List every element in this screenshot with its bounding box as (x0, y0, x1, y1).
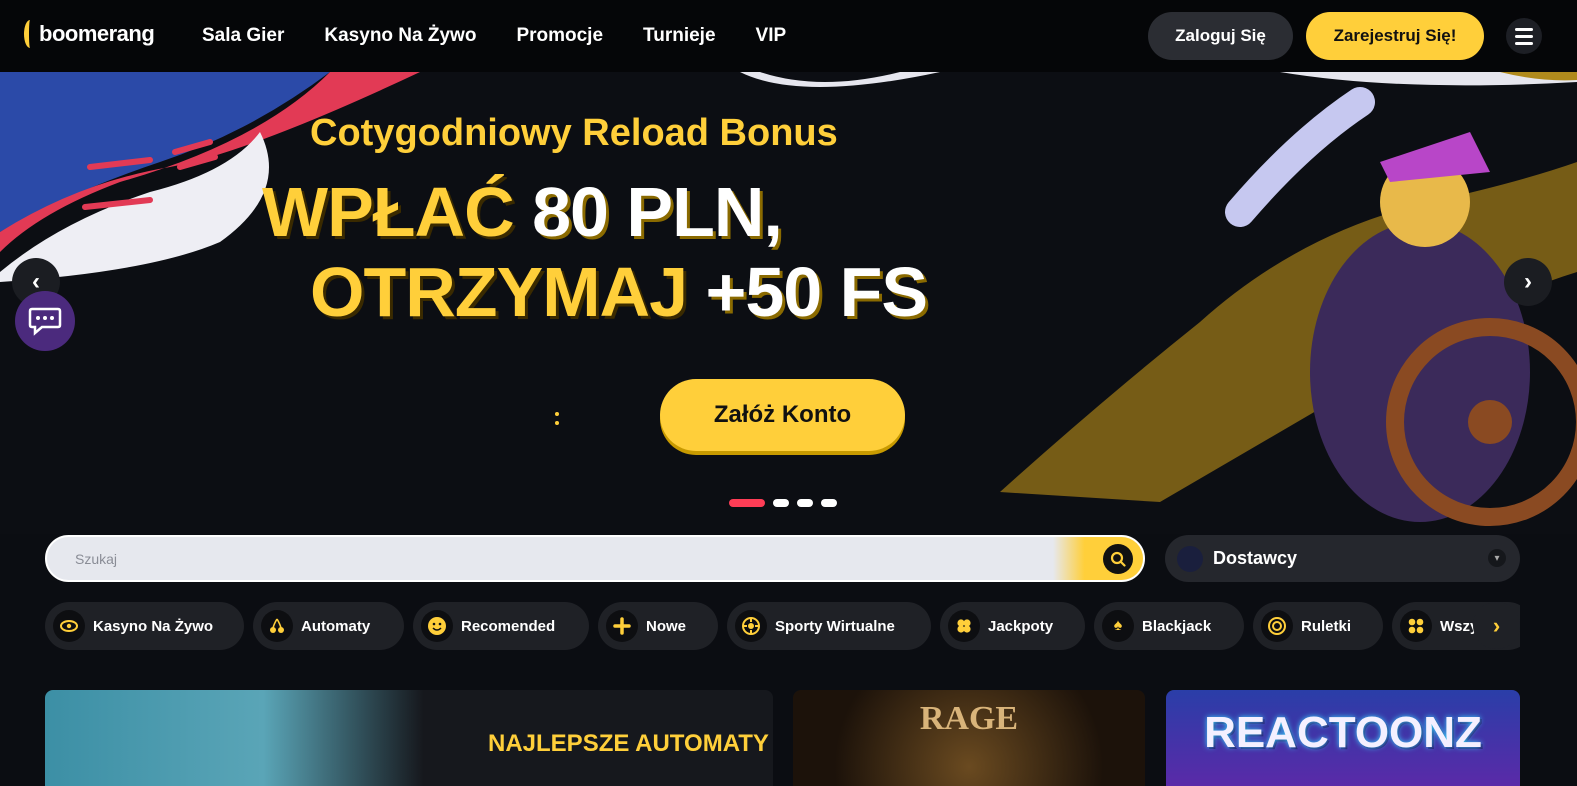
category-jackpoty[interactable]: Jackpoty (940, 602, 1085, 650)
chevron-right-icon[interactable]: › (1504, 258, 1552, 306)
create-account-button[interactable]: Załóż Konto (660, 379, 905, 451)
hero-headline-line2: OTRZYMAJ +50 FS (310, 252, 928, 332)
game-tile-rage[interactable]: RAGE (793, 690, 1145, 786)
plus-icon (606, 610, 638, 642)
slider-dot[interactable] (773, 499, 789, 507)
nav-vip[interactable]: VIP (756, 25, 787, 47)
menu-bar (1515, 41, 1533, 45)
game-tile-reactoonz[interactable]: REACTOONZ (1166, 690, 1520, 786)
category-label: Blackjack (1142, 617, 1212, 635)
category-label: Kasyno Na Żywo (93, 617, 214, 635)
nav-kasyno-na-zywo[interactable]: Kasyno Na Żywo (324, 25, 476, 47)
main-nav: Sala Gier Kasyno Na Żywo Promocje Turnie… (202, 0, 786, 72)
nav-promocje[interactable]: Promocje (516, 25, 603, 47)
providers-dropdown[interactable]: Dostawcy ▾ (1165, 535, 1520, 582)
category-label: Automaty (301, 617, 371, 635)
category-kasyno-na-zywo[interactable]: Kasyno Na Żywo (45, 602, 244, 650)
login-button[interactable]: Zaloguj Się (1148, 12, 1293, 60)
chevron-down-icon: ▾ (1488, 549, 1506, 567)
hero-banner: Cotygodniowy Reload Bonus WPŁAĆ 80 PLN, … (0, 72, 1577, 534)
category-label: Recomended (461, 617, 556, 635)
top-header: boomerang Sala Gier Kasyno Na Żywo Promo… (0, 0, 1577, 72)
hamburger-menu-icon[interactable] (1506, 18, 1542, 54)
clover-icon (948, 610, 980, 642)
logo[interactable]: boomerang (24, 20, 155, 48)
search-icon[interactable] (1103, 544, 1133, 574)
menu-bar (1515, 27, 1533, 31)
providers-label: Dostawcy (1213, 548, 1298, 568)
category-bar: Kasyno Na Żywo Automaty Recomended Nowe … (45, 602, 1520, 650)
category-blackjack[interactable]: ♠ Blackjack (1094, 602, 1244, 650)
category-label: Sporty Wirtualne (775, 617, 895, 635)
slider-dots (729, 499, 837, 507)
slider-dot[interactable] (797, 499, 813, 507)
category-automaty[interactable]: Automaty (253, 602, 404, 650)
hero-subtitle: Cotygodniowy Reload Bonus (310, 112, 838, 154)
menu-bar (1515, 34, 1533, 38)
chevron-right-icon[interactable]: › (1473, 602, 1520, 649)
smiley-icon (421, 610, 453, 642)
spade-icon: ♠ (1102, 610, 1134, 642)
best-slots-tile[interactable]: NAJLEPSZE AUTOMATY (45, 690, 773, 786)
eye-icon (53, 610, 85, 642)
search-input[interactable] (75, 537, 975, 580)
grid-icon (1400, 610, 1432, 642)
slider-dot[interactable] (821, 499, 837, 507)
chat-bubble-icon (28, 307, 62, 336)
game-tile-title: RAGE (919, 700, 1019, 737)
best-slots-title: NAJLEPSZE AUTOMATY (488, 730, 769, 757)
category-label: Ruletki (1301, 617, 1352, 635)
category-recomended[interactable]: Recomended (413, 602, 589, 650)
category-label: Nowe (646, 617, 687, 635)
category-sporty-wirtualne[interactable]: Sporty Wirtualne (727, 602, 931, 650)
logo-text: boomerang (39, 21, 155, 46)
category-label: Jackpoty (988, 617, 1054, 635)
hero-line1-yellow: WPŁAĆ (262, 173, 515, 251)
nav-turnieje[interactable]: Turnieje (643, 25, 716, 47)
chat-icon[interactable] (15, 291, 75, 351)
boomerang-logo-icon (24, 20, 36, 48)
hero-line1-white: 80 PLN, (532, 173, 783, 251)
search-bar (45, 535, 1145, 582)
hero-headline-line1: WPŁAĆ 80 PLN, (262, 172, 783, 252)
game-tile-title: REACTOONZ (1204, 708, 1482, 757)
category-nowe[interactable]: Nowe (598, 602, 718, 650)
nav-sala-gier[interactable]: Sala Gier (202, 25, 284, 47)
slider-dot[interactable] (729, 499, 765, 507)
providers-moon-icon (1177, 545, 1203, 572)
hero-line2-yellow: OTRZYMAJ (310, 253, 688, 331)
register-button[interactable]: Zarejestruj Się! (1306, 12, 1484, 60)
cherries-icon (261, 610, 293, 642)
category-ruletki[interactable]: Ruletki (1253, 602, 1383, 650)
roulette-icon (1261, 610, 1293, 642)
wheel-icon (735, 610, 767, 642)
hero-line2-white: +50 FS (705, 253, 928, 331)
